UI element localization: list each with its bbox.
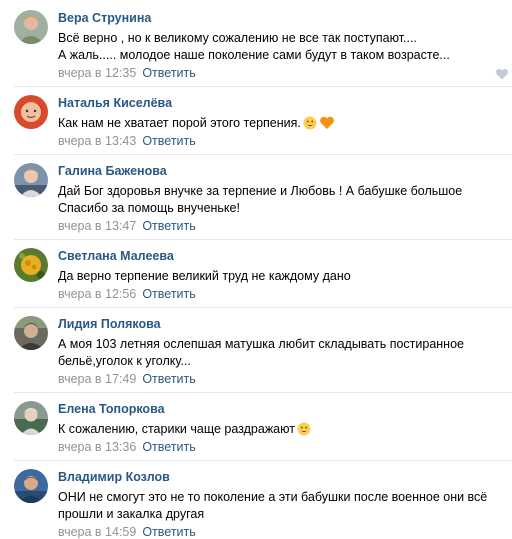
comment-item: Лидия Полякова А моя 103 летняя ослепшая… <box>0 316 512 394</box>
avatar[interactable] <box>14 10 48 44</box>
avatar[interactable] <box>14 469 48 503</box>
comment-text-line: прошли и закалка другая <box>58 507 205 521</box>
avatar[interactable] <box>14 316 48 350</box>
avatar[interactable] <box>14 401 48 435</box>
comment-text: Всё верно , но к великому сожалению не в… <box>58 30 498 64</box>
comment-text-line: А жаль..... молодое наше поколение сами … <box>58 48 450 62</box>
comment-text-line: Дай Бог здоровья внучке за терпение и Лю… <box>58 184 463 198</box>
comment-time[interactable]: вчера в 17:49 <box>58 372 136 386</box>
comment-time[interactable]: вчера в 12:35 <box>58 66 136 80</box>
comment-meta: вчера в 13:47 Ответить <box>58 219 196 233</box>
comment-time[interactable]: вчера в 12:56 <box>58 287 136 301</box>
comment-text-content: Как нам не хватает порой этого терпения. <box>58 116 301 130</box>
comment-text: ОНИ не смогут это не то поколение а эти … <box>58 489 498 523</box>
comment-text-content: К сожалению, старики чаще раздражают <box>58 422 295 436</box>
comment-author[interactable]: Елена Топоркова <box>58 402 165 416</box>
divider <box>14 154 512 155</box>
reply-button[interactable]: Ответить <box>142 525 195 539</box>
grin-emoji-icon <box>297 422 311 436</box>
comment-text: А моя 103 летняя ослепшая матушка любит … <box>58 336 498 370</box>
divider <box>14 239 512 240</box>
comment-meta: вчера в 14:59 Ответить <box>58 525 196 539</box>
comment-text-line: Как нам не хватает порой этого терпения. <box>58 115 498 132</box>
divider <box>14 307 512 308</box>
comment-time[interactable]: вчера в 14:59 <box>58 525 136 539</box>
avatar[interactable] <box>14 95 48 129</box>
reply-button[interactable]: Ответить <box>142 440 195 454</box>
comment-text: Как нам не хватает порой этого терпения. <box>58 115 498 132</box>
comment-text-line: Всё верно , но к великому сожалению не в… <box>58 31 417 45</box>
comment-text-line: Спасибо за помощь внученьке! <box>58 201 240 215</box>
comment-meta: вчера в 12:56 Ответить <box>58 287 196 301</box>
reply-button[interactable]: Ответить <box>142 66 195 80</box>
comment-meta: вчера в 13:36 Ответить <box>58 440 196 454</box>
comment-time[interactable]: вчера в 13:36 <box>58 440 136 454</box>
divider <box>14 86 512 87</box>
divider <box>14 460 512 461</box>
avatar[interactable] <box>14 248 48 282</box>
grin-emoji-icon <box>303 116 317 130</box>
comment-meta: вчера в 13:43 Ответить <box>58 134 196 148</box>
comment-time[interactable]: вчера в 13:47 <box>58 219 136 233</box>
comment-item: Елена Топоркова К сожалению, старики чащ… <box>0 401 512 461</box>
comment-author[interactable]: Вера Струнина <box>58 11 151 25</box>
comment-text: К сожалению, старики чаще раздражают <box>58 421 498 438</box>
reply-button[interactable]: Ответить <box>142 287 195 301</box>
avatar[interactable] <box>14 163 48 197</box>
comment-text-line: ОНИ не смогут это не то поколение а эти … <box>58 490 488 504</box>
comment-author[interactable]: Лидия Полякова <box>58 317 161 331</box>
comment-author[interactable]: Владимир Козлов <box>58 470 170 484</box>
comment-text-line: Да верно терпение великий труд не каждом… <box>58 269 351 283</box>
comment-item: Наталья Киселёва Как нам не хватает поро… <box>0 95 512 155</box>
comment-text-line: бельё,уголок к уголку... <box>58 354 191 368</box>
comment-text-line: К сожалению, старики чаще раздражают <box>58 421 498 438</box>
comment-item: Владимир Козлов ОНИ не смогут это не то … <box>0 469 512 539</box>
comment-text: Дай Бог здоровья внучке за терпение и Лю… <box>58 183 498 217</box>
comment-author[interactable]: Светлана Малеева <box>58 249 174 263</box>
comment-text-line: А моя 103 летняя ослепшая матушка любит … <box>58 337 464 351</box>
reply-button[interactable]: Ответить <box>142 372 195 386</box>
comment-author[interactable]: Наталья Киселёва <box>58 96 172 110</box>
reply-button[interactable]: Ответить <box>142 134 195 148</box>
comment-item: Светлана Малеева Да верно терпение велик… <box>0 248 512 308</box>
comment-meta: вчера в 12:35 Ответить <box>58 66 196 80</box>
reply-button[interactable]: Ответить <box>142 219 195 233</box>
like-heart-icon[interactable] <box>495 68 509 80</box>
orange-heart-icon <box>319 116 334 129</box>
comment-item: Галина Баженова Дай Бог здоровья внучке … <box>0 163 512 241</box>
comment-time[interactable]: вчера в 13:43 <box>58 134 136 148</box>
comment-item: Вера Струнина Всё верно , но к великому … <box>0 10 512 88</box>
divider <box>14 392 512 393</box>
comment-author[interactable]: Галина Баженова <box>58 164 167 178</box>
comment-meta: вчера в 17:49 Ответить <box>58 372 196 386</box>
comment-text: Да верно терпение великий труд не каждом… <box>58 268 498 285</box>
